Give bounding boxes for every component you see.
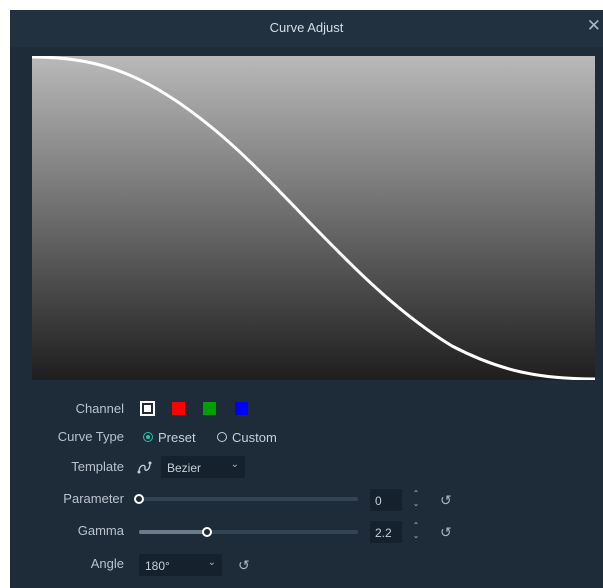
channel-white-swatch[interactable] (140, 401, 155, 416)
template-label: Template (71, 459, 124, 474)
gamma-reset-icon[interactable]: ↺ (440, 524, 452, 541)
dialog-title: Curve Adjust (269, 20, 344, 35)
template-dropdown[interactable]: Bezier ⌄ (161, 456, 245, 478)
preset-radio[interactable] (143, 432, 153, 442)
channel-green-swatch[interactable] (203, 402, 216, 415)
angle-label: Angle (90, 556, 124, 571)
parameter-slider-knob[interactable] (134, 494, 144, 504)
preset-radio-label[interactable]: Preset (158, 430, 196, 445)
white-swatch-fill (144, 405, 151, 412)
channel-label: Channel (75, 401, 124, 416)
parameter-reset-icon[interactable]: ↺ (440, 492, 452, 509)
custom-radio-label[interactable]: Custom (232, 430, 277, 445)
curve-adjust-dialog: Curve Adjust ✕ Channel Curve Type Preset… (10, 10, 603, 588)
curve-type-label: Curve Type (57, 429, 124, 444)
parameter-label: Parameter (63, 491, 124, 506)
gamma-slider-fill (139, 530, 207, 534)
chevron-down-icon: ⌄ (230, 459, 239, 470)
gradient-background (32, 56, 595, 380)
parameter-stepper[interactable]: ⌃ ⌄ (410, 489, 422, 511)
gamma-slider-track[interactable] (139, 530, 358, 534)
gamma-stepper[interactable]: ⌃ ⌄ (410, 521, 422, 543)
close-icon[interactable]: ✕ (587, 17, 601, 34)
chevron-down-icon: ⌄ (207, 557, 216, 568)
bezier-curve-icon (137, 461, 152, 474)
channel-red-swatch[interactable] (172, 402, 185, 415)
channel-blue-swatch[interactable] (235, 402, 248, 415)
angle-dropdown[interactable]: 180° ⌄ (139, 554, 222, 576)
gamma-value-field[interactable]: 2.2 (370, 521, 402, 543)
curve-graph[interactable] (32, 56, 595, 380)
custom-radio[interactable] (217, 432, 227, 442)
angle-value: 180° (145, 559, 170, 573)
gamma-label: Gamma (77, 523, 124, 538)
gamma-slider-knob[interactable] (201, 527, 212, 537)
parameter-slider-track[interactable] (139, 497, 358, 501)
template-value: Bezier (167, 461, 202, 475)
parameter-value-field[interactable]: 0 (370, 489, 402, 511)
title-bar: Curve Adjust ✕ (10, 10, 603, 47)
angle-reset-icon[interactable]: ↺ (238, 557, 250, 574)
